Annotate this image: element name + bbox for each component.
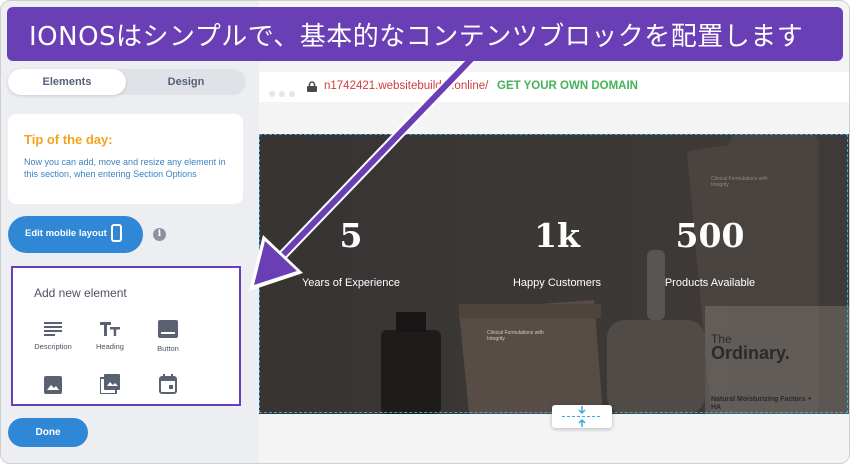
resize-arrows-icon: [562, 406, 602, 427]
tip-title: Tip of the day:: [24, 132, 113, 147]
element-description[interactable]: Description: [23, 322, 83, 351]
description-icon: [44, 322, 62, 336]
image-icon: [44, 376, 62, 394]
stats-section[interactable]: 5 Years of Experience 1k Happy Customers…: [259, 134, 849, 414]
mobile-phone-icon: [111, 224, 122, 242]
element-gallery[interactable]: [80, 374, 140, 394]
gallery-icon: [100, 374, 120, 394]
element-heading-label: Heading: [96, 342, 124, 351]
calendar-icon: [159, 374, 177, 394]
heading-icon: [100, 322, 120, 336]
brand-name: Ordinary.: [711, 343, 790, 363]
info-icon[interactable]: i: [153, 228, 166, 241]
element-calendar[interactable]: [138, 374, 198, 394]
stat-value-products: 500: [675, 216, 745, 255]
caption-text: IONOSはシンプルで、基本的なコンテンツブロックを配置します: [29, 21, 804, 52]
edit-mobile-layout-button[interactable]: Edit mobile layout: [8, 216, 143, 253]
element-button[interactable]: Button: [138, 320, 198, 353]
tab-elements[interactable]: Elements: [8, 69, 126, 95]
site-url[interactable]: n1742421.websitebuilder.online/: [324, 80, 488, 92]
element-description-label: Description: [34, 342, 72, 351]
tip-text: Now you can add, move and resize any ele…: [24, 157, 226, 179]
button-icon: [158, 320, 178, 338]
stat-value-years: 5: [339, 216, 363, 255]
window-dots: [269, 84, 299, 102]
get-domain-link[interactable]: GET YOUR OWN DOMAIN: [497, 80, 638, 92]
sidebar-tabs: Elements Design: [8, 69, 246, 95]
add-element-title: Add new element: [34, 286, 127, 300]
stat-label-customers: Happy Customers: [512, 277, 602, 289]
tube-label: Clinical Formulations with Integrity: [487, 330, 544, 342]
stat-value-customers: 1k: [534, 216, 580, 255]
section-resize-handle[interactable]: [552, 405, 612, 428]
add-element-panel: Add new element Description Heading Butt…: [11, 266, 241, 406]
stat-label-years: Years of Experience: [301, 277, 401, 289]
tip-card: Tip of the day: Now you can add, move an…: [8, 114, 243, 204]
editor-sidebar: Elements Design Tip of the day: Now you …: [1, 1, 259, 463]
address-bar: n1742421.websitebuilder.online/ GET YOUR…: [259, 72, 849, 102]
done-button[interactable]: Done: [8, 418, 88, 447]
element-image[interactable]: [23, 376, 83, 394]
app-window: Elements Design Tip of the day: Now you …: [0, 0, 850, 464]
site-preview: n1742421.websitebuilder.online/ GET YOUR…: [259, 1, 849, 463]
element-heading[interactable]: Heading: [80, 322, 140, 351]
lock-icon: [307, 81, 317, 92]
element-button-label: Button: [157, 344, 179, 353]
tab-design[interactable]: Design: [126, 69, 246, 95]
edit-mobile-layout-label: Edit mobile layout: [25, 228, 107, 239]
tall-tube-label: Clinical Formulations with Integrity: [711, 176, 768, 188]
stat-label-products: Products Available: [664, 277, 756, 289]
caption-banner: IONOSはシンプルで、基本的なコンテンツブロックを配置します: [7, 7, 843, 61]
product-name: Natural Moisturizing Factors + HA: [711, 396, 812, 411]
